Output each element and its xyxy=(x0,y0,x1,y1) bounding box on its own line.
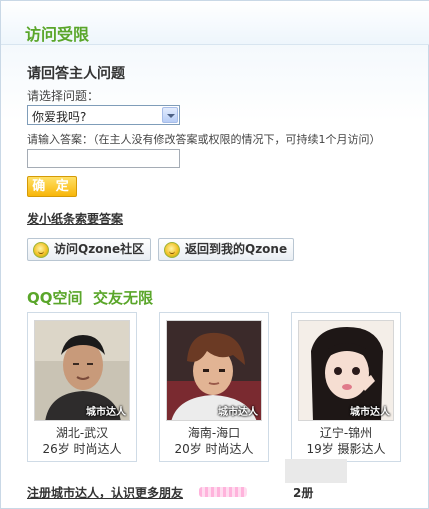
send-note-link[interactable]: 发小纸条索要答案 xyxy=(27,210,123,227)
question-heading: 请回答主人问题 xyxy=(27,66,125,82)
card-meta: 26岁 时尚达人 xyxy=(42,442,122,456)
card-location: 海南-海口 xyxy=(187,426,241,440)
visit-community-label: 访问Qzone社区 xyxy=(54,242,145,256)
profile-card[interactable]: 城市达人 海南-海口 20岁 时尚达人 xyxy=(159,312,269,462)
card-location: 湖北-武汉 xyxy=(55,426,109,440)
dropdown-arrow-icon[interactable] xyxy=(162,107,178,123)
section-title: QQ空间 交友无限 xyxy=(27,289,153,307)
confirm-button[interactable]: 确 定 xyxy=(27,176,77,197)
profile-photo[interactable]: 城市达人 xyxy=(166,320,262,421)
photo-tag: 城市达人 xyxy=(218,407,258,418)
qzone-smiley-icon xyxy=(33,242,49,258)
question-select-value: 你爱我吗? xyxy=(32,110,87,124)
register-link[interactable]: 注册城市达人，认识更多朋友 xyxy=(27,484,183,501)
select-question-label: 请选择问题： xyxy=(27,89,100,103)
profile-card[interactable]: 城市达人 辽宁-锦州 19岁 摄影达人 xyxy=(291,312,401,462)
photo-tag: 城市达人 xyxy=(86,407,126,418)
card-location: 辽宁-锦州 xyxy=(319,426,373,440)
profile-photo[interactable]: 城市达人 xyxy=(298,320,394,421)
back-my-qzone-label: 返回到我的Qzone xyxy=(185,242,288,256)
pink-scribble xyxy=(199,487,247,497)
header-bar: 访问受限 xyxy=(1,1,429,45)
page-title: 访问受限 xyxy=(25,25,90,44)
visit-community-button[interactable]: 访问Qzone社区 xyxy=(27,238,152,261)
card-meta: 19岁 摄影达人 xyxy=(306,442,386,456)
question-select[interactable]: 你爱我吗? xyxy=(27,105,180,125)
page-frame: 访问受限 请回答主人问题 请选择问题： 你爱我吗? 请输入答案：（在主人没有修改… xyxy=(0,0,429,509)
register-link-label: 注册城市达人，认识更多朋友 xyxy=(27,486,184,500)
back-my-qzone-button[interactable]: 返回到我的Qzone xyxy=(158,238,295,261)
answer-input[interactable] xyxy=(27,149,180,168)
answer-label: 请输入答案：（在主人没有修改答案或权限的情况下，可持续1个月访问） xyxy=(27,133,381,146)
profile-photo[interactable]: 城市达人 xyxy=(34,320,130,421)
photo-tag: 城市达人 xyxy=(350,407,390,418)
qzone-smiley-icon xyxy=(164,242,180,258)
register-tail: 2册 xyxy=(293,486,314,500)
overlay-patch xyxy=(285,459,347,483)
card-meta: 20岁 时尚达人 xyxy=(174,442,254,456)
profile-card[interactable]: 城市达人 湖北-武汉 26岁 时尚达人 xyxy=(27,312,137,462)
